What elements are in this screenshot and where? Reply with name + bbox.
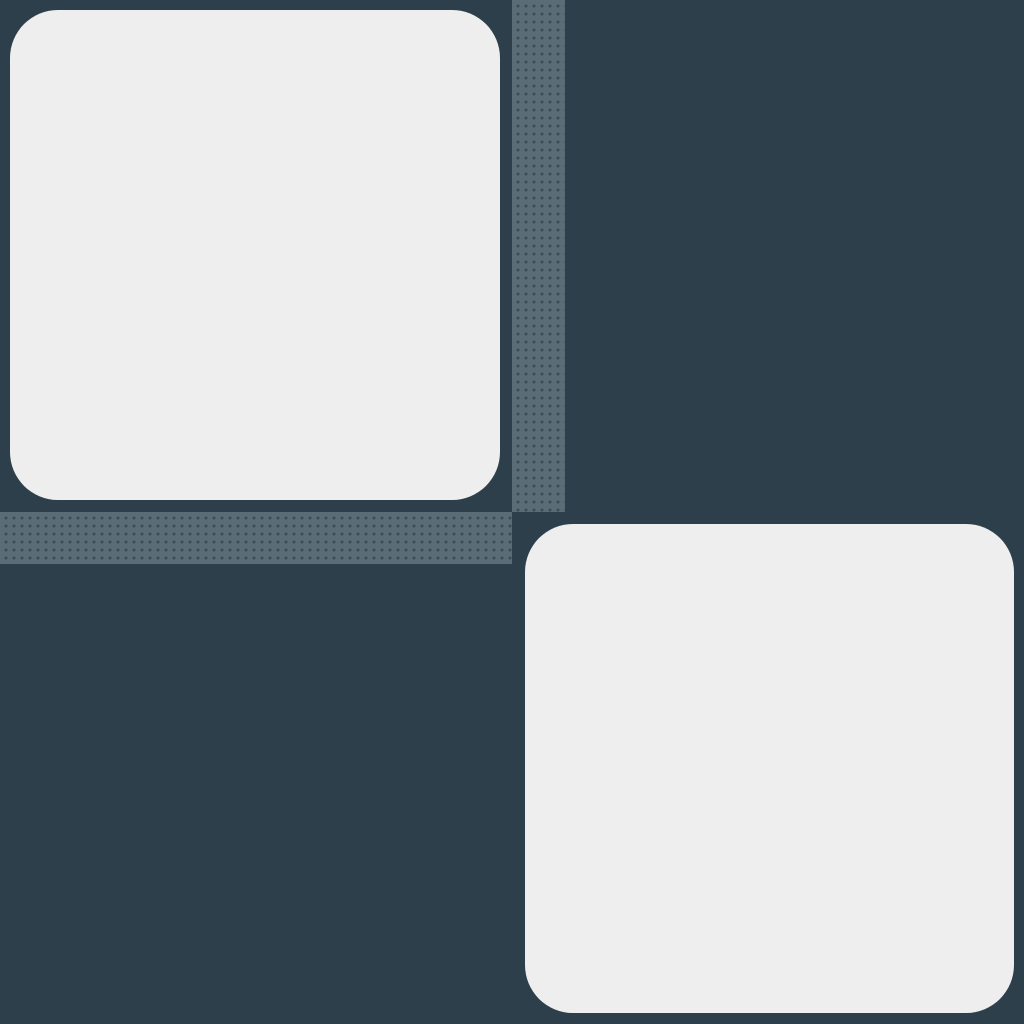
dotted-strip-horizontal: [0, 512, 512, 564]
canvas: [0, 0, 1024, 1024]
tile-bottom-right: [525, 524, 1014, 1013]
tile-top-left: [10, 10, 500, 500]
dotted-strip-vertical: [512, 0, 565, 512]
